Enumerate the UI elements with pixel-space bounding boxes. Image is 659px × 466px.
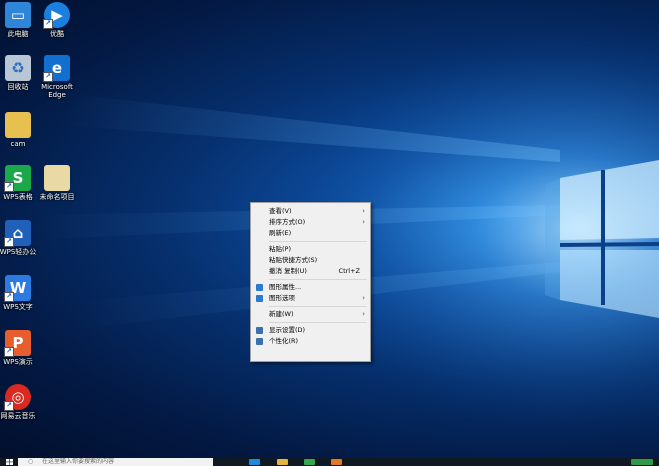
wps-taskbar-icon[interactable]	[304, 459, 315, 465]
menu-item-display-settings[interactable]: 显示设置(D)	[251, 325, 370, 336]
wps-writer-icon: W ↗	[4, 275, 31, 302]
desktop-icon-unnamed-project[interactable]: 未命名项目	[37, 165, 77, 201]
menu-separator	[269, 306, 367, 307]
search-placeholder: 在这里输入你要搜索的内容	[42, 458, 115, 465]
edge-icon: e ↗	[43, 55, 70, 82]
wps-spreadsheet-icon: S ↗	[4, 165, 31, 192]
menu-item-graphics-properties[interactable]: 图形属性...	[251, 282, 370, 293]
shortcut-arrow-icon: ↗	[43, 72, 53, 82]
desktop-icon-wps-light-office[interactable]: ⌂ ↗ WPS轻办公	[0, 220, 38, 256]
graphics-options-icon	[256, 295, 263, 302]
shortcut-arrow-icon: ↗	[4, 292, 14, 302]
shortcut-arrow-icon: ↗	[4, 347, 14, 357]
wps-presentation-icon: P ↗	[4, 330, 31, 357]
submenu-arrow-icon: ›	[362, 310, 365, 318]
desktop-icon-netease-music[interactable]: ◎ ↗ 网易云音乐	[0, 384, 38, 420]
youku-icon: ▶ ↗	[43, 2, 70, 29]
graphics-properties-icon	[256, 284, 263, 291]
menu-item-paste-shortcut[interactable]: 粘贴快捷方式(S)	[251, 255, 370, 266]
icon-label: 未命名项目	[39, 193, 75, 201]
icon-label: WPS文字	[3, 303, 33, 311]
menu-item-new[interactable]: 新建(W) ›	[251, 309, 370, 320]
desktop-icon-recycle-bin[interactable]: ♻ 回收站	[0, 55, 38, 91]
recycle-bin-icon: ♻	[5, 55, 31, 81]
desktop-icon-cam-folder[interactable]: cam	[0, 112, 38, 148]
submenu-arrow-icon: ›	[362, 218, 365, 226]
submenu-arrow-icon: ›	[362, 294, 365, 302]
icon-label: WPS表格	[3, 193, 33, 201]
submenu-arrow-icon: ›	[362, 207, 365, 215]
taskbar: ○ 在这里输入你要搜索的内容	[0, 458, 659, 466]
menu-item-personalize[interactable]: 个性化(R)	[251, 336, 370, 347]
icon-label: 此电脑	[7, 30, 29, 38]
menu-item-sort-by[interactable]: 排序方式(O) ›	[251, 217, 370, 228]
edge-taskbar-icon[interactable]	[249, 459, 260, 465]
menu-item-graphics-options[interactable]: 图形选项 ›	[251, 293, 370, 304]
menu-separator	[269, 322, 367, 323]
icon-label: Microsoft Edge	[41, 83, 73, 99]
menu-separator	[269, 241, 367, 242]
taskbar-search-box[interactable]: ○ 在这里输入你要搜索的内容	[18, 458, 213, 466]
desktop[interactable]: ▭ 此电脑 ▶ ↗ 优酷 ♻ 回收站 e ↗ Microsoft Edge ca…	[0, 0, 659, 458]
folder-icon	[5, 112, 31, 138]
shortcut-arrow-icon: ↗	[4, 237, 14, 247]
icon-label: WPS演示	[3, 358, 33, 366]
desktop-icon-this-pc[interactable]: ▭ 此电脑	[0, 2, 38, 38]
shortcut-arrow-icon: ↗	[43, 19, 53, 29]
menu-item-undo-copy[interactable]: 撤消 复制(U) Ctrl+Z	[251, 266, 370, 277]
menu-item-paste[interactable]: 粘贴(P)	[251, 244, 370, 255]
icon-label: WPS轻办公	[0, 248, 37, 256]
desktop-icon-wps-presentation[interactable]: P ↗ WPS演示	[0, 330, 38, 366]
personalize-icon	[256, 338, 263, 345]
menu-shortcut-text: Ctrl+Z	[338, 267, 360, 275]
desktop-icon-wps-spreadsheet[interactable]: S ↗ WPS表格	[0, 165, 38, 201]
netease-music-icon: ◎ ↗	[4, 384, 31, 411]
icon-label: 网易云音乐	[0, 412, 36, 420]
shortcut-arrow-icon: ↗	[4, 401, 14, 411]
desktop-icon-edge[interactable]: e ↗ Microsoft Edge	[37, 55, 77, 99]
app-taskbar-icon[interactable]	[331, 459, 342, 465]
display-settings-icon	[256, 327, 263, 334]
wps-light-office-icon: ⌂ ↗	[4, 220, 31, 247]
this-pc-icon: ▭	[5, 2, 31, 28]
menu-separator	[269, 279, 367, 280]
file-icon	[44, 165, 70, 191]
shortcut-arrow-icon: ↗	[4, 182, 14, 192]
desktop-icon-wps-writer[interactable]: W ↗ WPS文字	[0, 275, 38, 311]
menu-item-view[interactable]: 查看(V) ›	[251, 206, 370, 217]
desktop-icon-youku[interactable]: ▶ ↗ 优酷	[37, 2, 77, 38]
system-tray-indicator[interactable]	[631, 459, 653, 465]
windows-start-icon[interactable]	[6, 459, 13, 465]
icon-label: 回收站	[7, 83, 29, 91]
file-explorer-taskbar-icon[interactable]	[277, 459, 288, 465]
desktop-context-menu: 查看(V) › 排序方式(O) › 刷新(E) 粘贴(P) 粘贴快捷方式(S) 撤消…	[250, 202, 371, 362]
search-icon: ○	[28, 458, 34, 465]
icon-label: cam	[10, 140, 26, 148]
menu-item-refresh[interactable]: 刷新(E)	[251, 228, 370, 239]
icon-label: 优酷	[50, 30, 64, 38]
